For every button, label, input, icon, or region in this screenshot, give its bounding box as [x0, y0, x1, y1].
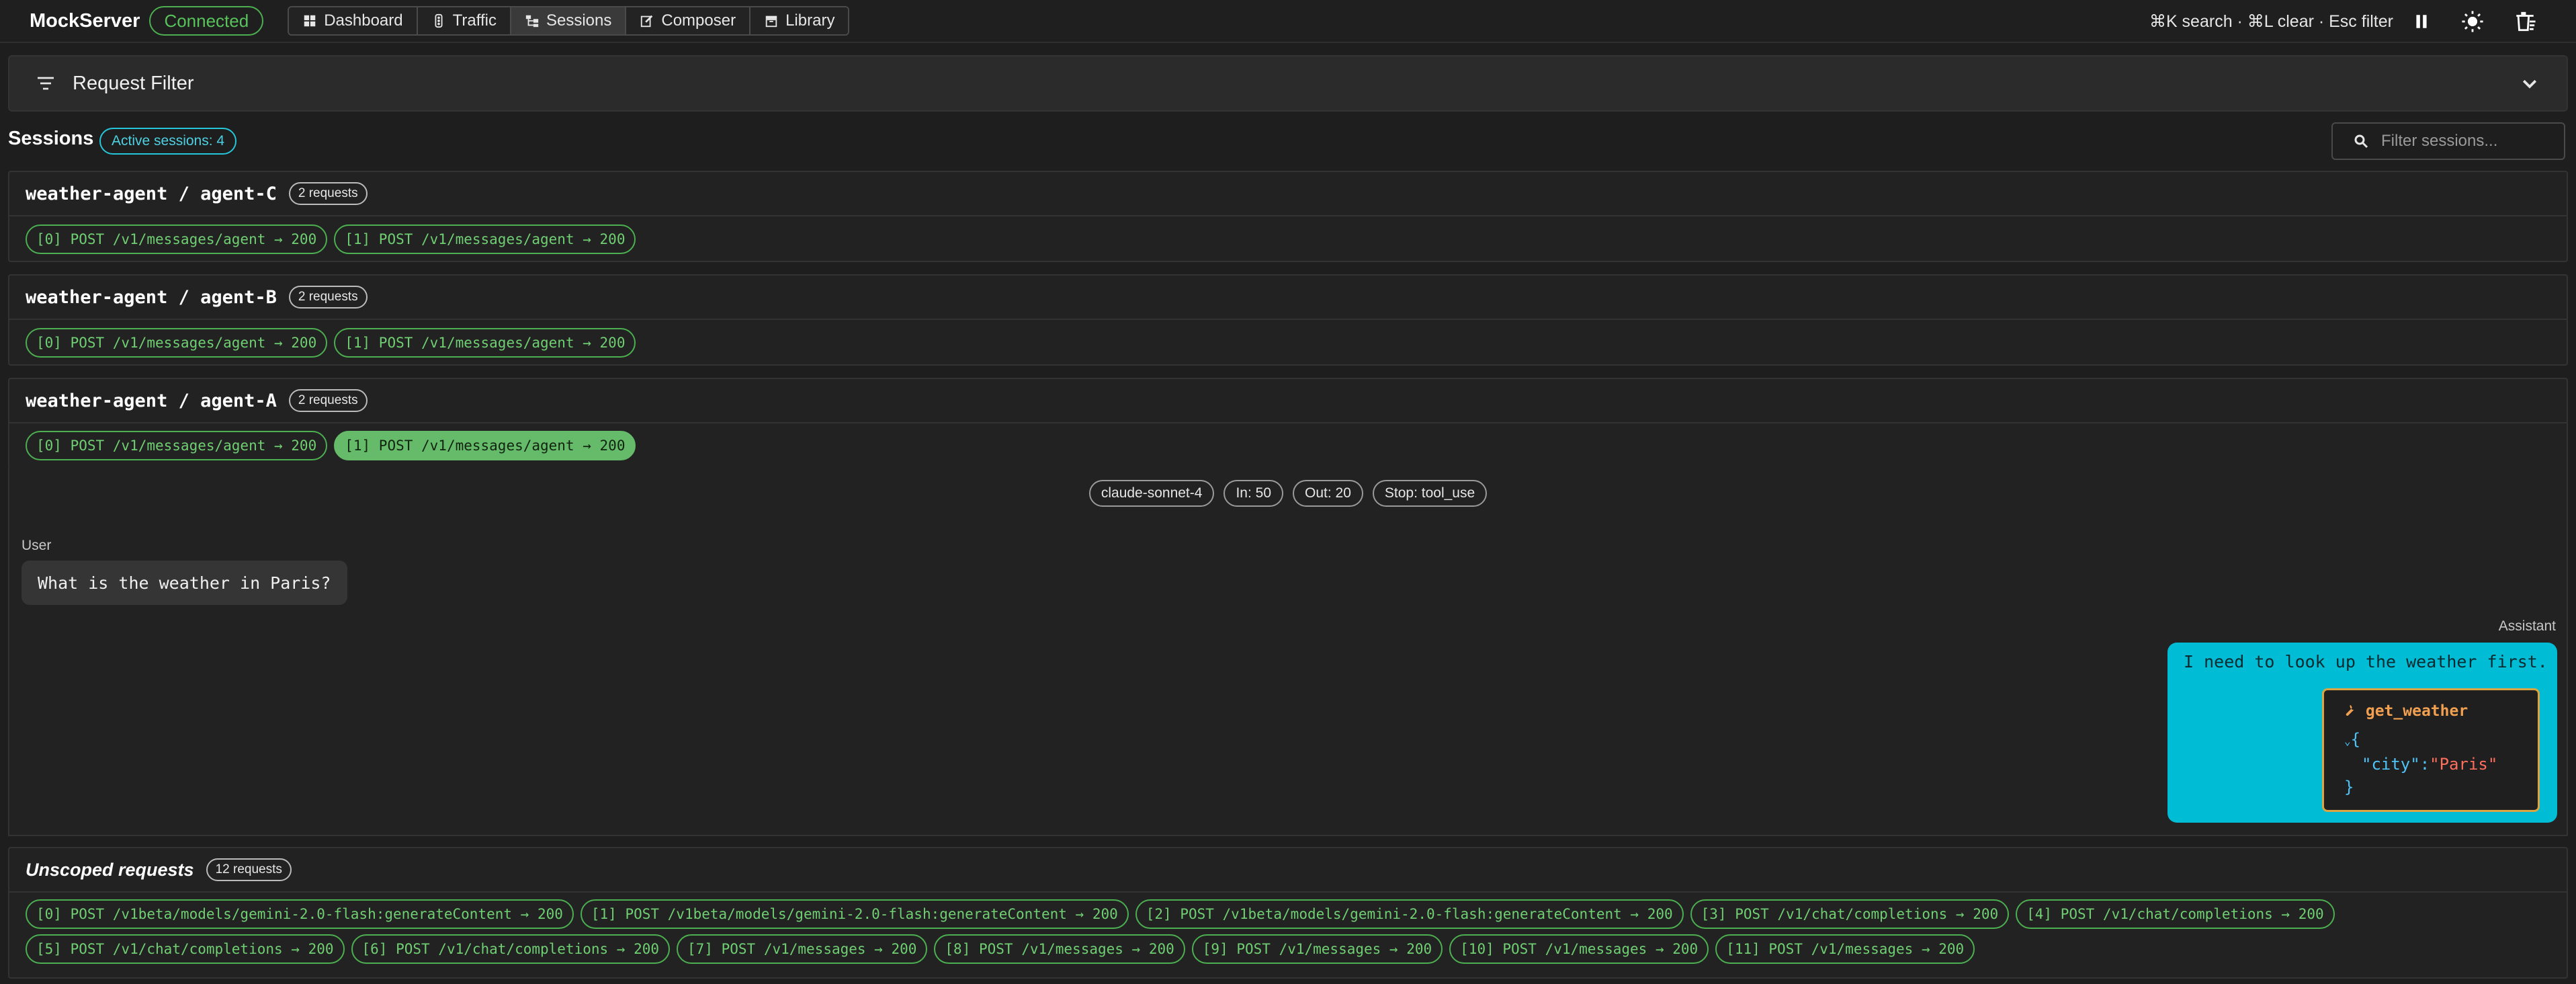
json-close-brace: } — [2344, 778, 2354, 796]
request-filter-title: Request Filter — [73, 72, 194, 94]
session-card-agent-b: weather-agent / agent-B 2 requests [0] P… — [8, 274, 2568, 366]
json-key: "city" — [2362, 755, 2420, 774]
top-bar: MockServer Connected Dashboard Traffic S… — [0, 0, 2576, 43]
output-tokens-badge: Out: 20 — [1293, 480, 1363, 507]
connection-status-badge: Connected — [149, 6, 264, 36]
unscoped-title: Unscoped requests — [26, 859, 194, 880]
clear-all-icon — [2516, 11, 2536, 32]
nav-sessions-button[interactable]: Sessions — [511, 7, 627, 34]
nav-label: Library — [785, 11, 835, 30]
traffic-icon — [435, 13, 443, 28]
request-chip[interactable]: [11] POST /v1/messages → 200 — [1715, 934, 1975, 964]
request-chip[interactable]: [1] POST /v1/messages/agent → 200 — [334, 224, 636, 254]
sessions-title: Sessions — [8, 128, 94, 149]
nav-label: Dashboard — [324, 11, 403, 30]
tool-name: get_weather — [2342, 702, 2468, 720]
request-count-badge: 2 requests — [288, 389, 368, 412]
pause-icon — [2416, 15, 2427, 28]
request-chip[interactable]: [3] POST /v1/chat/completions → 200 — [1690, 899, 2010, 929]
wrench-icon — [2346, 704, 2354, 716]
json-value: "Paris" — [2430, 755, 2498, 774]
session-card-agent-a: weather-agent / agent-A 2 requests [0] P… — [8, 378, 2568, 469]
model-badge: claude-sonnet-4 — [1088, 480, 1215, 507]
search-icon — [2354, 134, 2368, 149]
nav-composer-button[interactable]: Composer — [626, 7, 751, 34]
request-chip[interactable]: [4] POST /v1/chat/completions → 200 — [2016, 899, 2335, 929]
unscoped-requests-panel: Unscoped requests 12 requests [0] POST /… — [8, 847, 2568, 979]
pause-button[interactable] — [2408, 8, 2435, 35]
filter-icon — [38, 77, 54, 90]
request-filter-panel[interactable]: Request Filter — [8, 55, 2568, 112]
user-role-label: User — [22, 538, 52, 553]
session-title: weather-agent / agent-C — [26, 183, 277, 204]
main-nav: Dashboard Traffic Sessions Composer Libr… — [288, 6, 850, 36]
session-search-box[interactable]: Filter sessions... — [2331, 122, 2565, 160]
tool-input-json: ⌄{ "city":"Paris" } — [2344, 728, 2497, 798]
assistant-role-label: Assistant — [2498, 618, 2556, 634]
request-count-badge: 12 requests — [206, 858, 292, 881]
stop-reason-badge: Stop: tool_use — [1372, 480, 1488, 507]
tool-use-block: get_weather ⌄{ "city":"Paris" } — [2322, 688, 2540, 812]
collapse-chevron-icon[interactable]: ⌄ — [2344, 735, 2351, 747]
request-chip[interactable]: [0] POST /v1beta/models/gemini-2.0-flash… — [26, 899, 574, 929]
library-icon — [765, 15, 777, 28]
request-chip[interactable]: [6] POST /v1/chat/completions → 200 — [351, 934, 671, 964]
assistant-message-text: I need to look up the weather first. — [2184, 652, 2548, 671]
request-chip[interactable]: [5] POST /v1/chat/completions → 200 — [26, 934, 345, 964]
nav-label: Traffic — [452, 11, 497, 30]
session-title: weather-agent / agent-B — [26, 286, 277, 308]
unscoped-request-list: [0] POST /v1beta/models/gemini-2.0-flash… — [9, 893, 2567, 964]
request-chip[interactable]: [9] POST /v1/messages → 200 — [1191, 934, 1443, 964]
json-colon: : — [2419, 755, 2430, 774]
request-count-badge: 2 requests — [288, 182, 368, 205]
nav-label: Sessions — [546, 11, 612, 30]
request-chip[interactable]: [1] POST /v1beta/models/gemini-2.0-flash… — [580, 899, 1129, 929]
request-chip[interactable]: [10] POST /v1/messages → 200 — [1449, 934, 1709, 964]
active-sessions-badge: Active sessions: 4 — [99, 128, 237, 155]
request-chip[interactable]: [0] POST /v1/messages/agent → 200 — [26, 224, 328, 254]
theme-toggle-button[interactable] — [2459, 8, 2486, 35]
request-meta-row: claude-sonnet-4 In: 50 Out: 20 Stop: too… — [9, 480, 2567, 507]
assistant-message-bubble: I need to look up the weather first. get… — [2167, 643, 2557, 823]
nav-dashboard-button[interactable]: Dashboard — [289, 7, 418, 34]
session-card-header[interactable]: weather-agent / agent-B 2 requests — [9, 276, 2567, 320]
session-card-header[interactable]: weather-agent / agent-A 2 requests — [9, 379, 2567, 423]
keyboard-shortcuts-hint: ⌘K search · ⌘L clear · Esc filter — [2149, 12, 2393, 31]
nav-library-button[interactable]: Library — [750, 7, 849, 34]
request-chip[interactable]: [0] POST /v1/messages/agent → 200 — [26, 431, 328, 460]
request-chip[interactable]: [1] POST /v1/messages/agent → 200 — [334, 328, 636, 358]
search-input[interactable]: Filter sessions... — [2381, 132, 2497, 151]
sun-icon — [2462, 11, 2483, 32]
sessions-icon — [525, 15, 539, 28]
dashboard-icon — [304, 15, 316, 27]
request-chip[interactable]: [8] POST /v1/messages → 200 — [934, 934, 1185, 964]
app-brand: MockServer — [30, 9, 140, 32]
nav-traffic-button[interactable]: Traffic — [417, 7, 511, 34]
clear-traffic-button[interactable] — [2511, 8, 2538, 35]
user-message-bubble: What is the weather in Paris? — [22, 561, 347, 605]
session-card-agent-c: weather-agent / agent-C 2 requests [0] P… — [8, 171, 2568, 262]
input-tokens-badge: In: 50 — [1223, 480, 1283, 507]
request-detail-panel: claude-sonnet-4 In: 50 Out: 20 Stop: too… — [8, 468, 2568, 836]
request-chip[interactable]: [7] POST /v1/messages → 200 — [677, 934, 928, 964]
nav-label: Composer — [661, 11, 736, 30]
request-chip-selected[interactable]: [1] POST /v1/messages/agent → 200 — [334, 431, 636, 460]
session-card-header[interactable]: weather-agent / agent-C 2 requests — [9, 172, 2567, 216]
chevron-down-icon[interactable] — [2520, 73, 2540, 93]
json-open-brace: { — [2350, 730, 2361, 749]
request-chip[interactable]: [0] POST /v1/messages/agent → 200 — [26, 328, 328, 358]
request-chip[interactable]: [2] POST /v1beta/models/gemini-2.0-flash… — [1135, 899, 1684, 929]
composer-icon — [641, 15, 653, 28]
session-title: weather-agent / agent-A — [26, 390, 277, 411]
tool-name-text: get_weather — [2365, 702, 2468, 720]
request-count-badge: 2 requests — [288, 286, 368, 309]
